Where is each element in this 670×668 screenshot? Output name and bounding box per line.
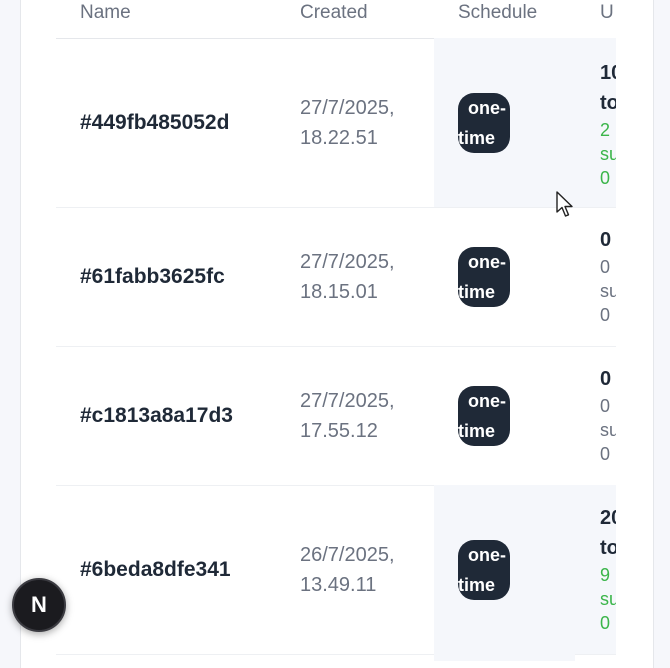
job-id[interactable]: #c1813a8a17d3 <box>80 404 233 428</box>
usage-success-unit: su <box>600 589 616 609</box>
table-row[interactable]: #449fb485052d 27/7/2025, 18.22.51 one- t… <box>56 38 616 208</box>
usage-total: 10 <box>600 62 616 84</box>
table-row[interactable]: #61fabb3625fc 27/7/2025, 18.15.01 one- t… <box>56 207 616 347</box>
usage-success: 9 <box>600 565 611 585</box>
usage-cell: 10 to 2 su 0 <box>600 58 616 190</box>
usage-success-unit: su <box>600 281 616 301</box>
usage-success-unit: su <box>600 420 616 440</box>
usage-total-unit: to <box>600 537 616 559</box>
usage-success: 2 <box>600 120 611 140</box>
nextjs-devtools-button[interactable]: N <box>12 578 66 632</box>
schedule-cell-bg <box>434 654 575 661</box>
usage-total: 0 <box>600 229 612 251</box>
table-row[interactable]: #6beda8dfe341 26/7/2025, 13.49.11 one- t… <box>56 485 616 655</box>
created-date: 27/7/2025, 18.22.51 <box>300 96 395 149</box>
job-id[interactable]: #449fb485052d <box>80 111 229 135</box>
table-row[interactable] <box>56 654 616 661</box>
usage-cell: 0 0 su 0 <box>600 364 616 466</box>
usage-cell: 0 0 su 0 <box>600 225 616 327</box>
usage-fail: 0 <box>600 305 611 325</box>
header-name[interactable]: Name <box>80 2 131 24</box>
usage-fail: 0 <box>600 444 611 464</box>
schedule-badge: one- time <box>458 246 510 307</box>
usage-cell: 20 to 9 su 0 <box>600 503 616 635</box>
usage-success-unit: su <box>600 144 616 164</box>
header-schedule[interactable]: Schedule <box>458 2 537 24</box>
usage-total: 20 <box>600 507 616 529</box>
usage-total-unit: to <box>600 92 616 114</box>
created-date: 27/7/2025, 18.15.01 <box>300 250 395 303</box>
created-date: 27/7/2025, 17.55.12 <box>300 389 395 442</box>
schedule-badge: one- time <box>458 92 510 153</box>
schedule-badge: one- time <box>458 539 510 600</box>
table-header: Name Created Schedule U <box>56 0 616 39</box>
usage-fail: 0 <box>600 613 611 633</box>
table-row[interactable]: #c1813a8a17d3 27/7/2025, 17.55.12 one- t… <box>56 346 616 486</box>
schedule-badge: one- time <box>458 385 510 446</box>
created-date: 26/7/2025, 13.49.11 <box>300 543 395 596</box>
mouse-cursor-icon <box>556 191 573 217</box>
nextjs-logo-icon: N <box>31 592 47 617</box>
usage-total: 0 <box>600 368 612 390</box>
header-usage[interactable]: U <box>600 2 614 24</box>
usage-success: 0 <box>600 257 611 277</box>
usage-fail: 0 <box>600 168 611 188</box>
job-id[interactable]: #61fabb3625fc <box>80 265 225 289</box>
jobs-table: Name Created Schedule U #449fb485052d 27… <box>56 0 616 661</box>
header-created[interactable]: Created <box>300 2 368 24</box>
job-id[interactable]: #6beda8dfe341 <box>80 558 231 582</box>
usage-success: 0 <box>600 396 611 416</box>
